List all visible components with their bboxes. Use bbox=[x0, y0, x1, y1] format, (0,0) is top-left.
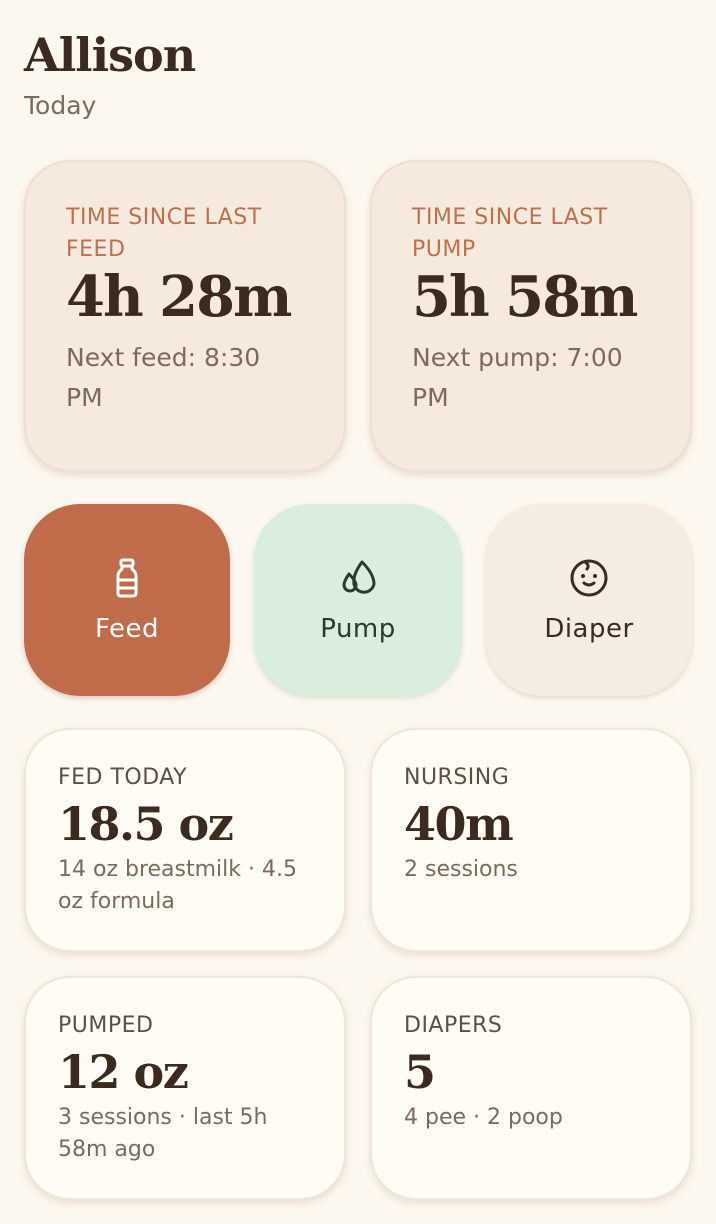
feed-button[interactable]: Feed bbox=[24, 504, 230, 696]
nursing-card[interactable]: NURSING 40m 2 sessions bbox=[370, 728, 692, 952]
time-since-pump-card[interactable]: TIME SINCE LAST PUMP 5h 58m Next pump: 7… bbox=[370, 160, 692, 472]
time-since-pump-label: TIME SINCE LAST PUMP bbox=[412, 205, 608, 262]
pumped-label: PUMPED bbox=[58, 1013, 154, 1038]
pumped-card[interactable]: PUMPED 12 oz 3 sessions · last 5h 58m ag… bbox=[24, 976, 346, 1200]
baby-face-icon bbox=[570, 559, 608, 597]
fed-today-value: 18.5 oz bbox=[58, 797, 234, 851]
time-since-feed-card[interactable]: TIME SINCE LAST FEED 4h 28m Next feed: 8… bbox=[24, 160, 346, 472]
pump-button-label: Pump bbox=[320, 614, 396, 644]
time-since-feed-value: 4h 28m bbox=[66, 264, 292, 330]
next-pump-time: Next pump: 7:00 PM bbox=[412, 343, 623, 412]
next-feed-time: Next feed: 8:30 PM bbox=[66, 343, 261, 412]
diapers-breakdown: 4 pee · 2 poop bbox=[404, 1105, 563, 1130]
diaper-button[interactable]: Diaper bbox=[486, 504, 692, 696]
fed-today-label: FED TODAY bbox=[58, 765, 188, 790]
feed-button-label: Feed bbox=[94, 614, 160, 644]
bottle-icon bbox=[116, 558, 138, 598]
time-since-pump-value: 5h 58m bbox=[412, 264, 638, 330]
fed-today-breakdown: 14 oz breastmilk · 4.5 oz formula bbox=[58, 857, 297, 914]
diapers-card[interactable]: DIAPERS 5 4 pee · 2 poop bbox=[370, 976, 692, 1200]
time-since-feed-label: TIME SINCE LAST FEED bbox=[66, 205, 262, 262]
pumped-sessions: 3 sessions · last 5h 58m ago bbox=[58, 1105, 268, 1162]
day-label: Today bbox=[24, 91, 97, 120]
baby-name: Allison bbox=[24, 28, 196, 82]
nursing-label: NURSING bbox=[404, 765, 510, 790]
diapers-value: 5 bbox=[404, 1045, 436, 1099]
drops-icon bbox=[342, 560, 376, 594]
pumped-value: 12 oz bbox=[58, 1045, 189, 1099]
diaper-button-label: Diaper bbox=[544, 614, 634, 644]
pump-button[interactable]: Pump bbox=[254, 504, 462, 696]
page-header: Allison Today bbox=[24, 24, 196, 126]
nursing-value: 40m bbox=[404, 797, 514, 851]
diapers-label: DIAPERS bbox=[404, 1013, 503, 1038]
nursing-sessions: 2 sessions bbox=[404, 857, 518, 882]
fed-today-card[interactable]: FED TODAY 18.5 oz 14 oz breastmilk · 4.5… bbox=[24, 728, 346, 952]
